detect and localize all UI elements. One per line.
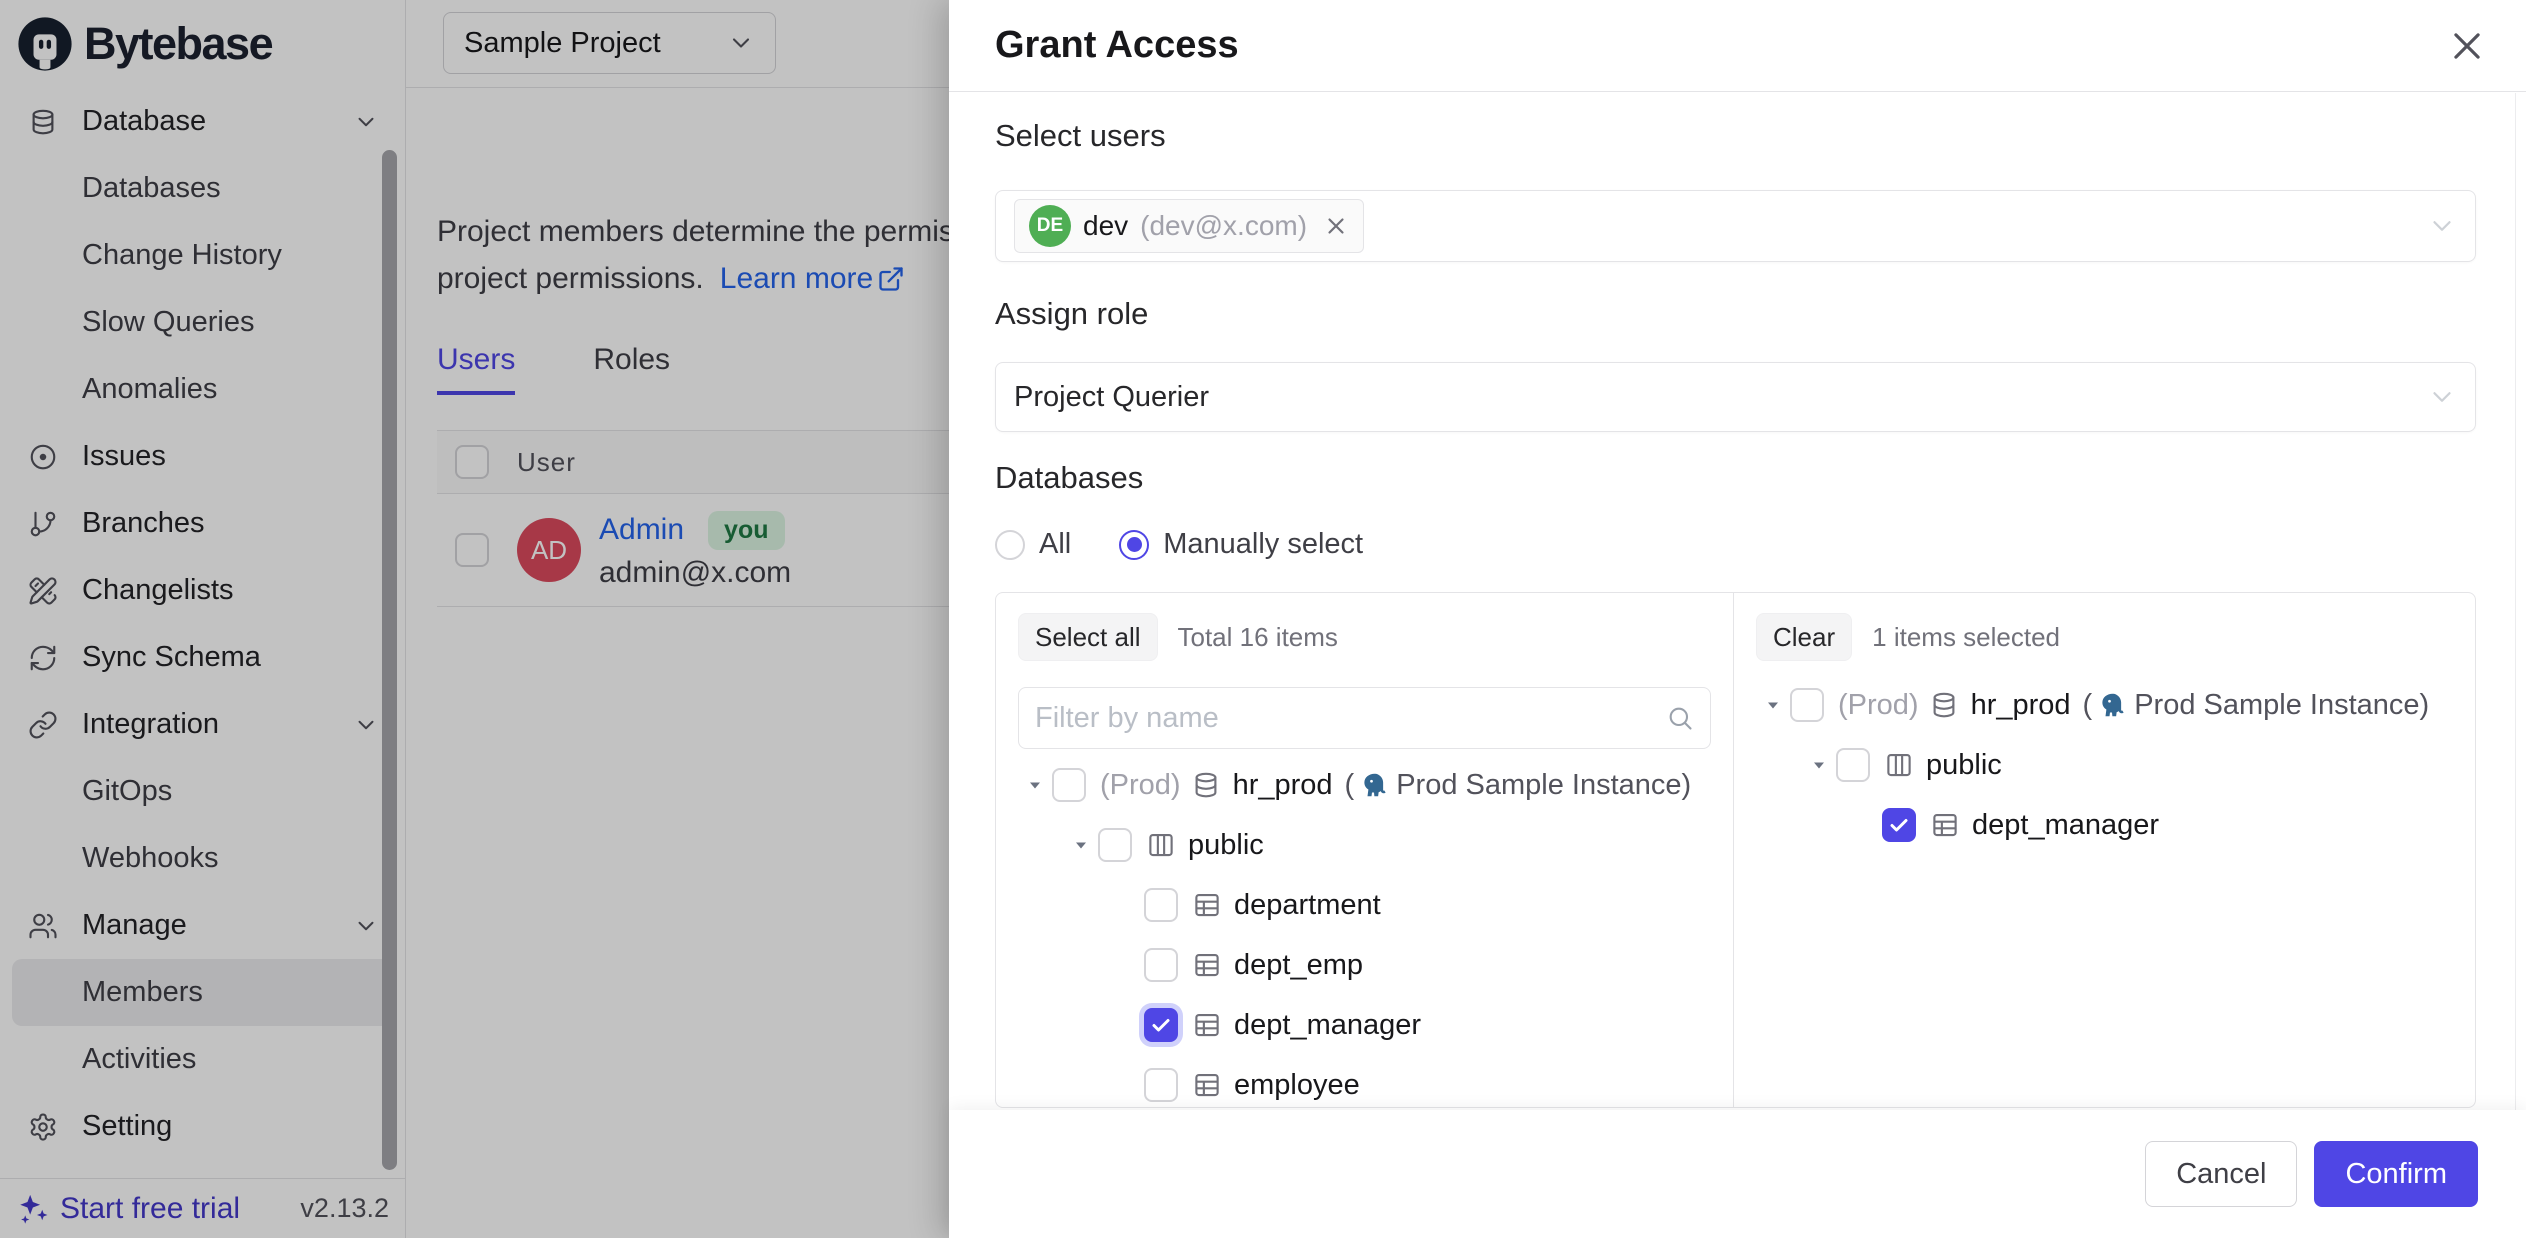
postgresql-icon: [2098, 690, 2128, 720]
modal-title: Grant Access: [995, 24, 1239, 67]
checkbox[interactable]: [1144, 948, 1178, 982]
checkbox[interactable]: [1098, 828, 1132, 862]
schema-name: public: [1926, 749, 2002, 782]
database-icon: [1191, 770, 1221, 800]
chevron-down-icon: [2427, 382, 2457, 412]
schema-name: public: [1188, 829, 1264, 862]
table-icon: [1192, 1070, 1222, 1100]
selected-user-chip: DE dev (dev@x.com): [1014, 199, 1364, 253]
table-name: dept_manager: [1234, 1009, 1421, 1042]
table-name: dept_manager: [1972, 809, 2159, 842]
radio-all-label: All: [1039, 528, 1071, 561]
table-icon: [1192, 1010, 1222, 1040]
checkbox[interactable]: [1144, 888, 1178, 922]
assign-role-value: Project Querier: [1014, 381, 1209, 414]
filter-field: [1018, 687, 1711, 749]
clear-button[interactable]: Clear: [1756, 613, 1852, 661]
caret-down-icon[interactable]: [1802, 757, 1836, 773]
table-icon: [1192, 890, 1222, 920]
tree-row-table[interactable]: dept_manager: [1756, 795, 2453, 855]
modal-header: Grant Access: [949, 0, 2526, 92]
environment-label: (Prod): [1838, 689, 1919, 722]
checkbox[interactable]: [1790, 688, 1824, 722]
filter-input[interactable]: [1035, 702, 1666, 735]
modal-overlay[interactable]: [0, 0, 949, 1238]
close-icon[interactable]: [2448, 27, 2486, 65]
tree-row-database[interactable]: (Prod) hr_prod ( Prod Sample Instance): [1756, 675, 2453, 735]
selected-pane: Clear 1 items selected (Prod) hr_prod ( …: [1734, 593, 2475, 1107]
database-tree: (Prod) hr_prod ( Prod Sample Instance): [1018, 755, 1711, 1108]
schema-icon: [1884, 750, 1914, 780]
grant-access-modal: Grant Access Select users DE dev (dev@x.…: [949, 0, 2526, 1238]
remove-user-icon[interactable]: [1323, 213, 1349, 239]
database-name: hr_prod: [1233, 769, 1333, 802]
database-icon: [1929, 690, 1959, 720]
schema-icon: [1146, 830, 1176, 860]
checkbox[interactable]: [1836, 748, 1870, 782]
table-name: dept_emp: [1234, 949, 1363, 982]
databases-label: Databases: [995, 460, 1143, 496]
database-name: hr_prod: [1971, 689, 2071, 722]
total-items-label: Total 16 items: [1178, 622, 1338, 653]
table-icon: [1930, 810, 1960, 840]
chip-user-email: (dev@x.com): [1140, 210, 1307, 242]
select-users-label: Select users: [995, 118, 1166, 154]
radio-icon: [995, 530, 1025, 560]
database-transfer-panel: Select all Total 16 items (Prod) hr_prod: [995, 592, 2476, 1108]
table-name: department: [1234, 889, 1381, 922]
checkbox-checked[interactable]: [1882, 808, 1916, 842]
chevron-down-icon: [2427, 211, 2457, 241]
table-name: employee: [1234, 1069, 1360, 1102]
select-all-button[interactable]: Select all: [1018, 613, 1158, 661]
confirm-button[interactable]: Confirm: [2314, 1141, 2478, 1207]
tree-row-table[interactable]: employee: [1018, 1055, 1711, 1108]
instance-name: Prod Sample Instance): [2134, 689, 2429, 722]
radio-all[interactable]: All: [995, 528, 1071, 561]
radio-manual-label: Manually select: [1163, 528, 1363, 561]
search-icon: [1666, 704, 1694, 732]
app-root: Bytebase Database Databases Change Histo…: [0, 0, 2526, 1238]
source-pane: Select all Total 16 items (Prod) hr_prod: [996, 593, 1734, 1107]
radio-checked-icon: [1119, 530, 1149, 560]
tree-row-database[interactable]: (Prod) hr_prod ( Prod Sample Instance): [1018, 755, 1711, 815]
checkbox[interactable]: [1144, 1068, 1178, 1102]
database-scope-radios: All Manually select: [995, 528, 1363, 561]
instance-paren: (: [2083, 689, 2093, 722]
chip-user-name: dev: [1083, 210, 1128, 242]
modal-scrollbar-track[interactable]: [2515, 93, 2516, 1238]
modal-footer: Cancel Confirm: [949, 1110, 2526, 1238]
checkbox[interactable]: [1052, 768, 1086, 802]
selected-count-label: 1 items selected: [1872, 622, 2060, 653]
tree-row-table[interactable]: dept_emp: [1018, 935, 1711, 995]
caret-down-icon[interactable]: [1064, 837, 1098, 853]
cancel-button[interactable]: Cancel: [2145, 1141, 2297, 1207]
selected-tree: (Prod) hr_prod ( Prod Sample Instance): [1756, 675, 2453, 855]
tree-row-table[interactable]: dept_manager: [1018, 995, 1711, 1055]
checkbox-checked[interactable]: [1144, 1008, 1178, 1042]
assign-role-select[interactable]: Project Querier: [995, 362, 2476, 432]
caret-down-icon[interactable]: [1018, 777, 1052, 793]
table-icon: [1192, 950, 1222, 980]
instance-name: Prod Sample Instance): [1396, 769, 1691, 802]
tree-row-table[interactable]: department: [1018, 875, 1711, 935]
radio-manually-select[interactable]: Manually select: [1119, 528, 1363, 561]
environment-label: (Prod): [1100, 769, 1181, 802]
instance-paren: (: [1345, 769, 1355, 802]
postgresql-icon: [1360, 770, 1390, 800]
select-users-input[interactable]: DE dev (dev@x.com): [995, 190, 2476, 262]
assign-role-label: Assign role: [995, 296, 1148, 332]
caret-down-icon[interactable]: [1756, 697, 1790, 713]
tree-row-schema[interactable]: public: [1018, 815, 1711, 875]
avatar: DE: [1029, 205, 1071, 247]
tree-row-schema[interactable]: public: [1756, 735, 2453, 795]
